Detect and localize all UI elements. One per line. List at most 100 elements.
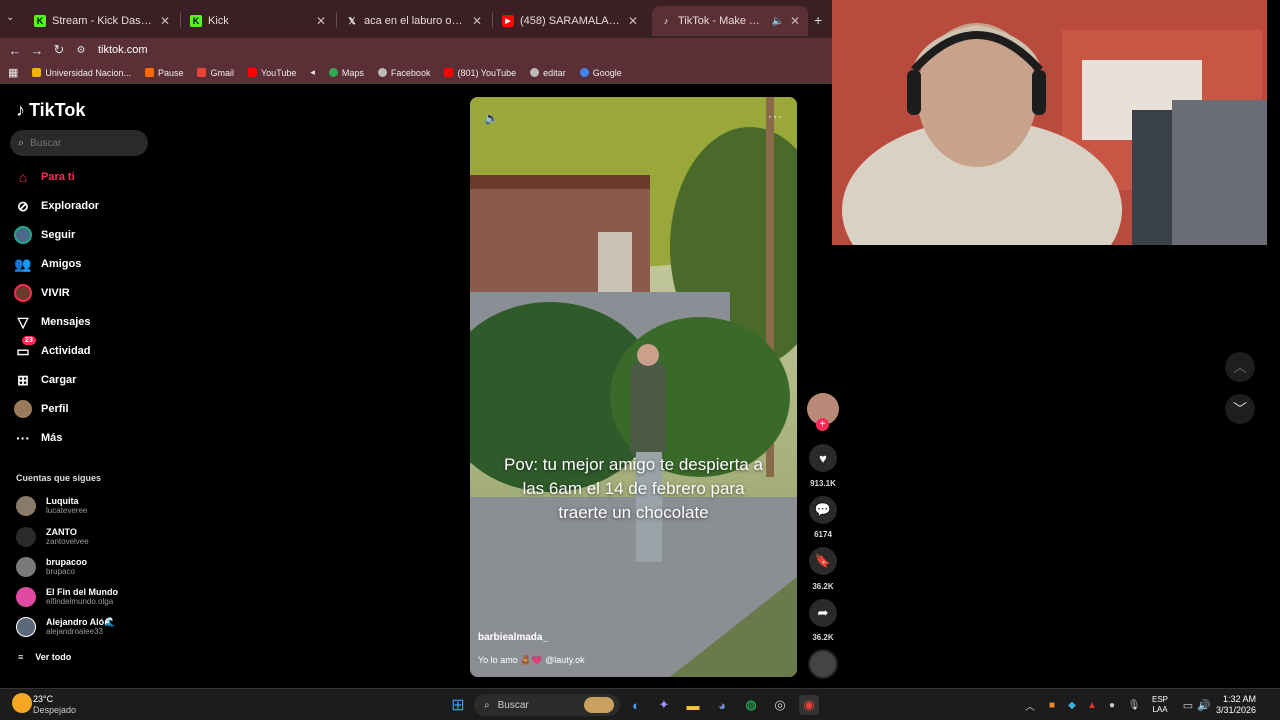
back-icon[interactable]: ← (4, 43, 26, 58)
apps-grid-icon[interactable]: ▦ (8, 66, 18, 79)
nav-cargar[interactable]: ⊞ Cargar (14, 369, 76, 391)
obs-icon[interactable]: ◎ (770, 695, 790, 715)
close-icon[interactable]: ✕ (160, 14, 170, 28)
avatar (16, 587, 36, 607)
youtube-icon: ▶ (502, 15, 514, 27)
tab-kick[interactable]: K Kick ✕ (182, 6, 334, 36)
nav-amigos[interactable]: 👥 Amigos (14, 253, 81, 275)
video-caption: Pov: tu mejor amigo te despierta a las 6… (504, 455, 763, 522)
video-author[interactable]: barbiealmada_ (478, 632, 548, 643)
close-icon[interactable]: ✕ (790, 14, 800, 28)
more-icon: ··· (16, 430, 30, 446)
send-icon: ▽ (17, 313, 29, 330)
nav-seguir[interactable]: Seguir (14, 224, 75, 246)
chevron-up-icon: ︿ (1233, 359, 1247, 375)
whatsapp-icon[interactable]: ◍ (741, 695, 761, 715)
avatar (16, 617, 36, 637)
bookmark-youtube[interactable]: YouTube (248, 68, 296, 78)
x-icon: 𝕏 (348, 15, 356, 26)
kick-icon: K (190, 15, 202, 27)
close-icon[interactable]: ✕ (472, 14, 482, 28)
music-disc-icon[interactable] (808, 649, 838, 679)
windows-start-icon[interactable]: ⊞ (448, 695, 468, 715)
discord-icon[interactable]: ◕ (712, 695, 732, 715)
new-tab-button[interactable]: + (814, 12, 822, 28)
save-count: 36.2K (812, 582, 834, 591)
nav-perfil[interactable]: Perfil (14, 398, 69, 420)
tab-youtube[interactable]: ▶ (458) SARAMALACARA, Zell - a ✕ (494, 6, 646, 36)
file-explorer-icon[interactable]: ▬ (683, 695, 703, 715)
tab-search-icon[interactable]: ⌄ (6, 12, 14, 23)
bookmark-facebook[interactable]: Facebook (377, 68, 430, 78)
reload-icon[interactable]: ↻ (48, 42, 70, 58)
chevron-down-icon: ﹀ (1233, 401, 1247, 417)
tray-app-icon[interactable]: ■ (1042, 695, 1062, 715)
tray-app-icon[interactable]: ▲ (1082, 695, 1102, 715)
previous-video-button[interactable]: ︿ (1225, 352, 1255, 382)
tray-expand-icon[interactable]: ︿ (1020, 695, 1040, 715)
followed-account[interactable]: El Fin del Mundo elfindelmundo.olga (16, 585, 118, 609)
followed-account[interactable]: Alejandro Aló🌊 alejandroalee33 (16, 615, 115, 639)
volume-icon[interactable]: 🔈 (484, 111, 499, 125)
language-indicator[interactable]: ESP LAA (1152, 695, 1168, 715)
share-icon: ➦ (817, 605, 829, 620)
nav-vivir[interactable]: VIVIR (14, 282, 70, 304)
chrome-icon[interactable]: ◉ (799, 695, 819, 715)
like-button[interactable]: ♥ (809, 444, 837, 472)
search-input[interactable] (30, 137, 131, 149)
kick-icon: K (34, 15, 46, 27)
close-icon[interactable]: ✕ (316, 14, 326, 28)
url-field[interactable]: tiktok.com (98, 44, 148, 56)
copilot-icon[interactable]: ✦ (654, 695, 674, 715)
see-all-link[interactable]: ≡ Ver todo (18, 652, 71, 662)
bookmark-google[interactable]: Google (579, 68, 622, 78)
taskbar-search[interactable]: ⌕ Buscar (474, 694, 620, 716)
followed-account[interactable]: Luquita lucateveree (16, 494, 87, 518)
volume-icon[interactable]: 🔊 (1194, 695, 1214, 715)
microphone-icon[interactable]: 🎙 (1124, 695, 1144, 715)
follow-plus-icon[interactable]: + (816, 418, 829, 431)
edge-icon[interactable]: ◐ (626, 695, 646, 715)
followed-account[interactable]: brupacoo brupaco (16, 555, 87, 579)
bookmark-chevron-icon[interactable]: ◂ (310, 67, 315, 78)
search-box[interactable]: ⌕ (10, 130, 148, 156)
tiktok-logo[interactable]: ♪ TikTok (16, 100, 85, 121)
nav-mensajes[interactable]: ▽ Mensajes (14, 311, 91, 333)
tray-steam-icon[interactable]: ● (1102, 695, 1122, 715)
nav-mas[interactable]: ··· Más (14, 427, 62, 449)
tab-x-post[interactable]: 𝕏 aca en el laburo on X: "caso ais ✕ (338, 6, 490, 36)
forward-icon[interactable]: → (26, 43, 48, 58)
bookmark-editar[interactable]: editar (530, 68, 566, 78)
speaker-icon[interactable]: 🔈 (771, 16, 783, 27)
tab-kick-dashboard[interactable]: K Stream - Kick Dashboard ✕ (26, 6, 178, 36)
bookmark-maps[interactable]: Maps (328, 68, 364, 78)
bookmark-youtube-801[interactable]: (801) YouTube (444, 68, 516, 78)
compass-icon: ⊘ (17, 197, 29, 214)
search-icon: ⌕ (484, 699, 490, 711)
more-options-icon[interactable]: ··· (768, 109, 783, 123)
site-info-icon[interactable]: ⚙ (70, 45, 92, 56)
video-description: Yo lo amo 🧸💗 @lauty.ok (478, 655, 585, 665)
share-button[interactable]: ➦ (809, 599, 837, 627)
clock[interactable]: 1:32 AM 3/31/2026 (1214, 694, 1256, 716)
following-section-title: Cuentas que sigues (16, 473, 102, 483)
comment-button[interactable]: 💬 (809, 496, 837, 524)
weather-icon[interactable] (12, 693, 32, 713)
save-button[interactable]: 🔖 (809, 547, 837, 575)
next-video-button[interactable]: ﹀ (1225, 394, 1255, 424)
bookmark-pause[interactable]: Pause (144, 68, 183, 78)
nav-actividad[interactable]: ▭ 23 Actividad (14, 336, 91, 362)
avatar (16, 527, 36, 547)
nav-explorador[interactable]: ⊘ Explorador (14, 195, 99, 217)
followed-account[interactable]: ZANTO zantovelvee (16, 525, 89, 549)
nav-para-ti[interactable]: ⌂ Para ti (14, 166, 75, 188)
video-frame (470, 97, 797, 677)
bookmark-universidad[interactable]: Universidad Nacion... (32, 68, 131, 78)
bookmark-gmail[interactable]: Gmail (197, 68, 234, 78)
video-player[interactable]: 🔈 ··· Pov: tu mejor amigo te despierta a… (470, 97, 797, 677)
tab-tiktok[interactable]: ♪ TikTok - Make Your Day 🔈 ✕ (652, 6, 808, 36)
tray-defender-icon[interactable]: ◆ (1062, 695, 1082, 715)
close-icon[interactable]: ✕ (628, 14, 638, 28)
share-count: 36.2K (812, 633, 834, 642)
webcam-frame (832, 0, 1267, 245)
